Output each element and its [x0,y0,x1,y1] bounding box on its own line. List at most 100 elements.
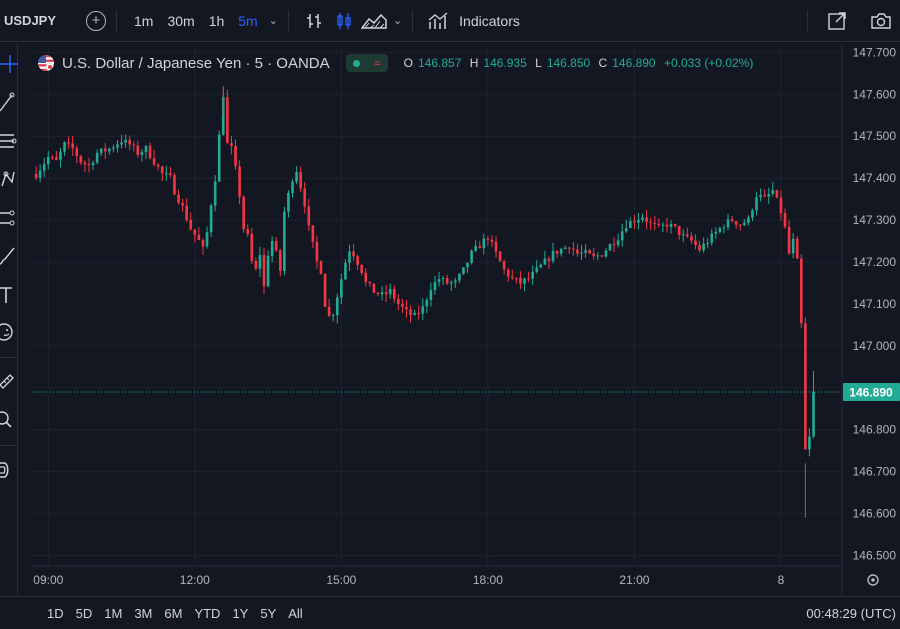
range-1m[interactable]: 1M [104,606,122,621]
indicators-icon[interactable] [425,8,451,34]
candle-body [783,213,787,227]
interval-30m[interactable]: 30m [167,13,194,29]
candle-body [454,280,457,283]
toolbar-right [807,8,896,34]
x-tick-label: 21:00 [619,573,649,587]
candle-body [592,253,596,257]
divider [0,445,18,446]
candle-body [405,306,408,310]
range-5d[interactable]: 5D [76,606,93,621]
candle-body [555,250,559,254]
candle-body [254,261,258,269]
range-5y[interactable]: 5Y [260,606,276,621]
settings-gear-icon[interactable] [867,574,879,586]
candle-body [197,234,201,241]
candle-body [327,306,331,316]
candle-body [136,145,140,155]
candle-body [527,278,530,280]
market-open-dot [352,59,360,67]
candle-body [401,303,404,307]
candle-body [250,233,254,262]
add-symbol-icon[interactable]: + [86,10,106,31]
candle-body [425,299,429,307]
candle-body [140,152,144,155]
candle-body [730,219,734,222]
fib-icon[interactable] [0,130,18,152]
candle-body [547,258,551,262]
forecast-icon[interactable] [0,207,18,229]
candle-body [71,143,75,149]
candle-body [46,156,50,165]
range-3m[interactable]: 3M [134,606,152,621]
candle-body [91,162,95,166]
x-tick-label: 18:00 [473,573,503,587]
pattern-icon[interactable] [0,168,18,190]
candle-body [230,143,233,146]
brush-icon[interactable] [0,245,18,267]
interval-1m[interactable]: 1m [134,13,153,29]
candle-body [559,248,563,254]
candle-body [87,164,91,166]
candle-body [791,238,795,254]
candle-body [596,255,600,257]
market-status-badge[interactable]: ≈ [345,54,388,72]
price-axis[interactable]: 147.700 147.600 147.500 147.400 147.300 147.2… [843,45,900,563]
candle-body [112,147,115,149]
candle-body [266,255,270,287]
zoom-icon[interactable] [0,409,18,431]
candle-body [686,234,689,237]
emoji-icon[interactable] [0,321,18,343]
candles-icon[interactable] [331,8,357,34]
candle-body [804,323,807,450]
camera-icon[interactable] [868,8,894,34]
divider [116,9,117,32]
candle-body [262,255,266,287]
candle-body [409,309,412,315]
candle-body [315,241,319,262]
candle-body [34,173,38,178]
range-all[interactable]: All [288,606,302,621]
candle-body [482,238,486,249]
y-tick-label: 146.800 [853,423,897,437]
range-1y[interactable]: 1Y [232,606,248,621]
wave-icon: ≈ [373,56,381,70]
open-value: 146.857 [417,56,462,70]
candle-body [584,250,587,253]
indicators-button[interactable]: Indicators [459,13,520,29]
ruler-icon[interactable] [0,369,18,391]
interval-5m[interactable]: 5m [238,13,257,29]
candle-body [124,139,127,143]
symbol-search[interactable]: USDJPY [4,13,74,28]
candle-body [213,181,217,206]
area-icon[interactable] [360,8,387,34]
candle-body [331,315,335,317]
chevron-down-icon[interactable]: ⌄ [269,14,278,27]
candle-body [449,282,453,284]
interval-1h[interactable]: 1h [209,13,225,29]
candle-body [653,222,657,224]
chevron-down-icon[interactable]: ⌄ [393,14,402,27]
symbol-title[interactable]: U.S. Dollar / Japanese Yen · 5 · OANDA [62,55,330,72]
utc-clock[interactable]: 00:48:29 (UTC) [806,606,896,621]
candle-body [295,172,298,182]
range-6m[interactable]: 6M [164,606,182,621]
time-axis[interactable]: 09:00 12:00 15:00 18:00 21:00 8 [33,573,879,587]
candle-body [83,162,87,165]
candle-body [588,250,591,254]
candle-body [246,229,250,234]
trendline-icon[interactable] [0,91,18,113]
divider [0,357,18,358]
magnet-icon[interactable] [0,459,18,481]
candle-body [132,144,136,146]
candle-body [242,196,245,230]
price-chart[interactable]: 147.700 147.600 147.500 147.400 147.300 147.2… [0,0,900,596]
text-icon[interactable] [0,284,18,306]
candle-body [128,139,131,145]
bar-style-icon[interactable] [301,8,327,34]
crosshair-icon[interactable] [0,53,18,75]
candle-body [319,261,323,274]
range-1d[interactable]: 1D [47,606,64,621]
range-ytd[interactable]: YTD [194,606,220,621]
fullscreen-icon[interactable] [824,8,850,34]
candle-body [612,244,616,246]
